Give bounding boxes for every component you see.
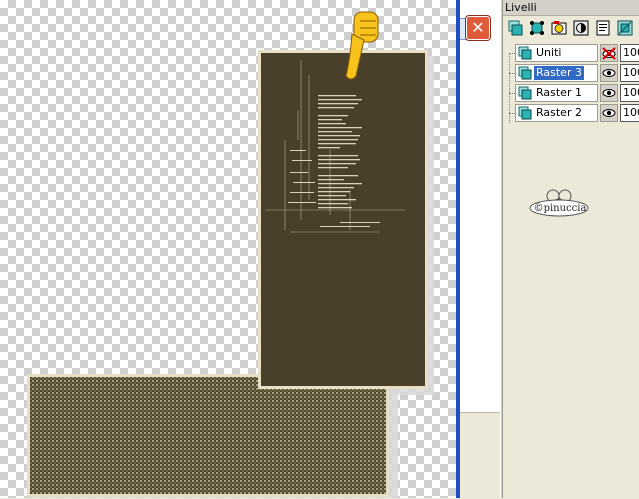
raster-layer-icon [518, 86, 532, 100]
layer-name: Uniti [536, 46, 562, 59]
properties-icon[interactable] [594, 19, 612, 37]
watermark-text: ©pinuccia [534, 203, 587, 214]
raster-layer-icon [518, 46, 532, 60]
visibility-toggle[interactable] [600, 84, 618, 102]
layer-name-box[interactable]: Raster 3 [515, 64, 598, 82]
textured-rectangle [27, 374, 389, 497]
eye-icon [602, 89, 616, 97]
eye-hidden-icon [602, 47, 616, 60]
delete-layer-icon[interactable] [616, 19, 634, 37]
visibility-toggle[interactable] [600, 104, 618, 122]
layer-name: Raster 1 [536, 86, 582, 99]
layer-row-raster-2[interactable]: Raster 2 100 [503, 103, 639, 123]
opacity-field[interactable]: 100 [620, 104, 639, 122]
poem-panel [258, 50, 428, 389]
eye-icon [602, 109, 616, 117]
canvas-artwork [27, 11, 434, 498]
layer-row-uniti[interactable]: Uniti 100 [503, 43, 639, 63]
new-raster-layer-icon[interactable] [506, 19, 524, 37]
layer-name: Raster 2 [536, 106, 582, 119]
opacity-field[interactable]: 100 [620, 44, 639, 62]
raster-layer-icon [518, 106, 532, 120]
visibility-toggle[interactable] [600, 64, 618, 82]
layer-name-box[interactable]: Raster 2 [515, 104, 598, 122]
layers-palette-title: Livelli [503, 0, 639, 16]
raster-layer-icon [518, 66, 532, 80]
new-vector-layer-icon[interactable] [528, 19, 546, 37]
canvas-window-gap [460, 412, 500, 499]
layer-row-raster-1[interactable]: Raster 1 100 [503, 83, 639, 103]
watermark-logo: ©pinuccia [529, 189, 589, 217]
layers-palette: Livelli Uniti 10 Raster 3 10 Raster 1 10… [503, 0, 639, 498]
visibility-toggle[interactable] [600, 44, 618, 62]
close-button[interactable]: ✕ [466, 16, 490, 40]
adjustment-layer-icon[interactable] [572, 19, 590, 37]
close-icon: ✕ [471, 18, 485, 37]
layers-toolbar [503, 17, 639, 41]
layer-row-raster-3[interactable]: Raster 3 100 [503, 63, 639, 83]
mask-icon[interactable] [550, 19, 568, 37]
canvas-area[interactable] [0, 0, 456, 498]
layer-name-box[interactable]: Raster 1 [515, 84, 598, 102]
layer-name: Raster 3 [534, 66, 584, 80]
layer-name-box[interactable]: Uniti [515, 44, 598, 62]
eye-icon [602, 69, 616, 77]
opacity-field[interactable]: 100 [620, 84, 639, 102]
opacity-field[interactable]: 100 [620, 64, 639, 82]
